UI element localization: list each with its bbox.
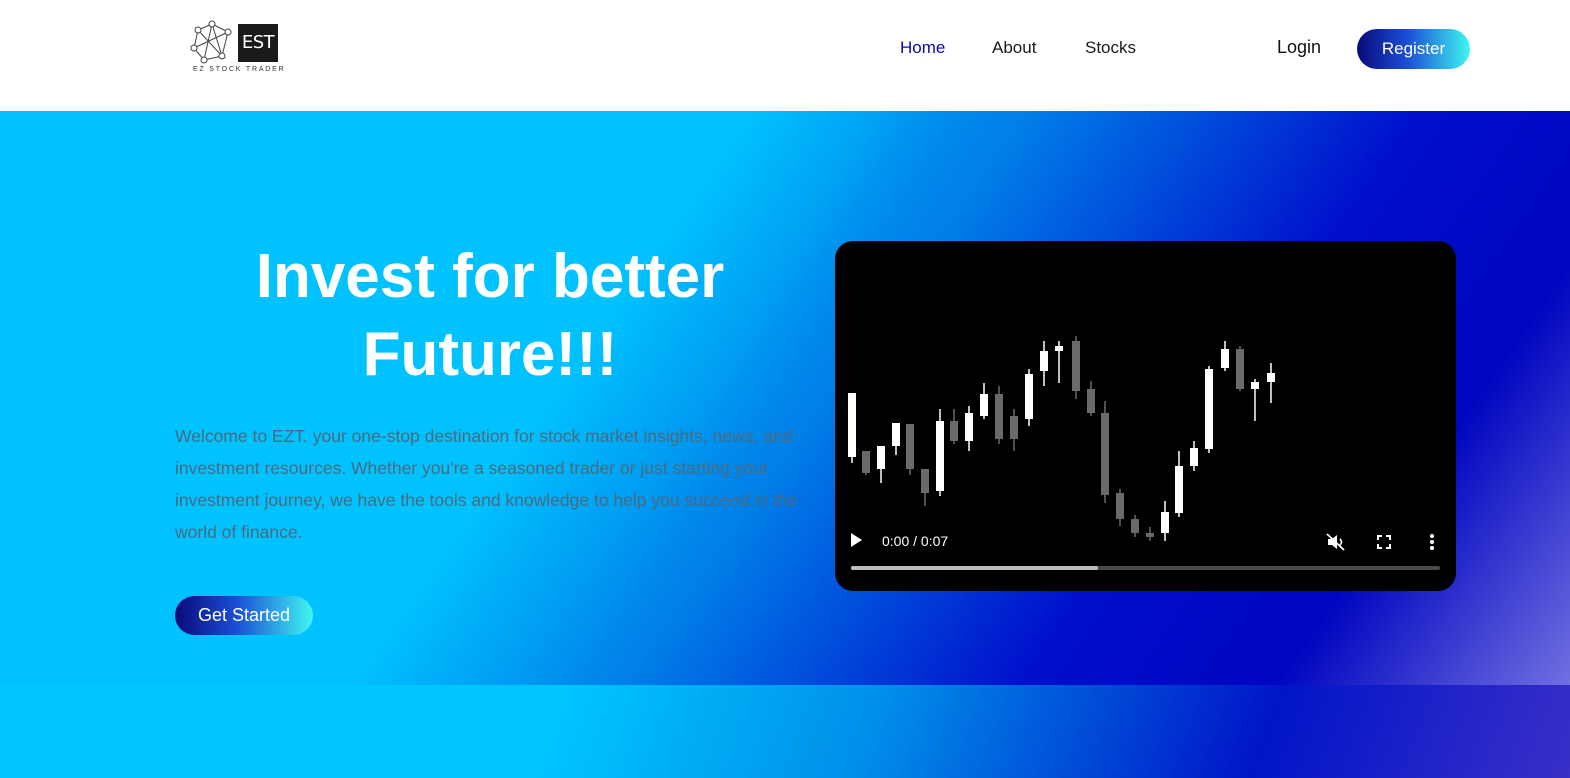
- logo-tagline: EZ STOCK TRADER: [193, 66, 286, 73]
- nav-item-stocks[interactable]: Stocks: [1085, 38, 1136, 58]
- mute-icon[interactable]: [1325, 531, 1347, 553]
- network-logo-icon: [190, 20, 232, 64]
- hero-title-line-1: Invest for better: [255, 242, 725, 311]
- nav-item-about[interactable]: About: [992, 38, 1036, 58]
- video-time-display: 0:00 / 0:07: [882, 533, 949, 549]
- candle-body: [1267, 373, 1275, 382]
- hero-description: Welcome to EZT. your one-stop destinatio…: [175, 426, 798, 542]
- video-progress-fill: [851, 566, 1099, 570]
- register-button[interactable]: Register: [1357, 29, 1470, 69]
- candle-body: [892, 423, 900, 446]
- candle-body: [1131, 519, 1139, 533]
- candle-body: [1190, 448, 1198, 466]
- site-header: EST EZ STOCK TRADER Home About Stocks Lo…: [0, 0, 1570, 111]
- candle-body: [862, 451, 870, 473]
- candle-body: [965, 413, 973, 441]
- candle-body: [1072, 341, 1080, 391]
- more-options-icon[interactable]: [1421, 531, 1443, 553]
- candle-body: [950, 421, 958, 441]
- candle-body: [921, 469, 929, 493]
- candle-body: [1146, 533, 1154, 537]
- video-progress-bar[interactable]: [851, 566, 1440, 570]
- candle-body: [1101, 413, 1109, 495]
- candle-body: [1055, 346, 1063, 351]
- candle-body: [1251, 382, 1259, 389]
- login-link[interactable]: Login: [1277, 37, 1321, 58]
- candle-body: [1087, 389, 1095, 413]
- get-started-button[interactable]: Get Started: [175, 596, 313, 635]
- candle-body: [1221, 349, 1229, 368]
- candle-body: [1116, 493, 1124, 519]
- hero-title: Invest for better Future!!!: [175, 238, 805, 394]
- candle-body: [936, 421, 944, 491]
- fullscreen-icon[interactable]: [1373, 531, 1395, 553]
- candle-body: [1205, 369, 1213, 449]
- candle-body: [1025, 374, 1033, 419]
- candle-body: [877, 446, 885, 469]
- candle-body: [1175, 466, 1183, 513]
- candle-body: [1010, 416, 1018, 439]
- hero-section: Invest for better Future!!! Welcome to E…: [0, 111, 1570, 778]
- candle-body: [995, 394, 1003, 439]
- candle-body: [848, 393, 856, 457]
- hero-title-line-2: Future!!!: [362, 320, 618, 389]
- play-icon[interactable]: [849, 532, 867, 552]
- logo-mark-text: EST: [238, 24, 278, 62]
- nav-item-home[interactable]: Home: [900, 38, 945, 58]
- candle-body: [906, 424, 914, 469]
- candle-body: [1161, 512, 1169, 533]
- site-logo[interactable]: EST EZ STOCK TRADER: [190, 20, 286, 76]
- candle-body: [1236, 349, 1244, 389]
- hero-lower-band: [0, 685, 1570, 778]
- video-player[interactable]: 0:00 / 0:07: [835, 241, 1456, 591]
- candle-body: [1040, 351, 1048, 371]
- candle-body: [980, 394, 988, 416]
